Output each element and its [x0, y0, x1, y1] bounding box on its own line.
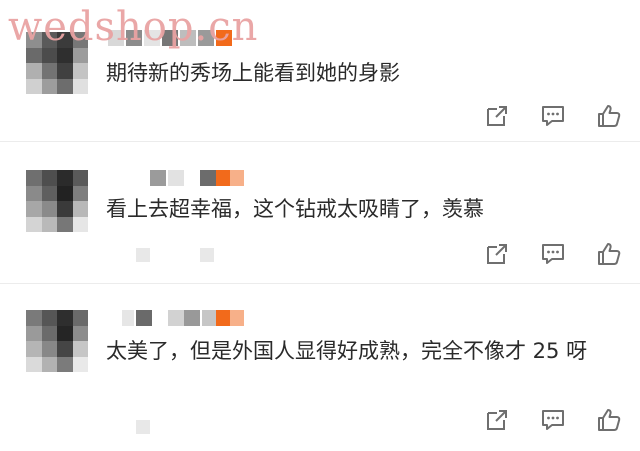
comment-text: 太美了，但是外国人显得好成熟，完全不像才 25 呀	[106, 339, 588, 363]
share-icon[interactable]	[484, 103, 510, 129]
username-redacted[interactable]	[150, 170, 250, 186]
comment-text: 期待新的秀场上能看到她的身影	[106, 61, 400, 85]
timestamp-redacted	[136, 248, 226, 262]
like-icon[interactable]	[596, 103, 622, 129]
comment-actions	[484, 102, 622, 130]
timestamp-redacted	[136, 420, 166, 434]
avatar[interactable]	[26, 170, 88, 232]
username-redacted[interactable]	[122, 310, 252, 326]
avatar[interactable]	[26, 310, 88, 372]
reply-icon[interactable]	[540, 103, 566, 129]
share-icon[interactable]	[484, 241, 510, 267]
like-icon[interactable]	[596, 407, 622, 433]
comment-item: 太美了，但是外国人显得好成熟，完全不像才 25 呀	[0, 284, 640, 451]
share-icon[interactable]	[484, 407, 510, 433]
reply-icon[interactable]	[540, 407, 566, 433]
comment-text: 看上去超幸福，这个钻戒太吸睛了，羡慕	[106, 197, 484, 221]
comment-item: 看上去超幸福，这个钻戒太吸睛了，羡慕	[0, 142, 640, 282]
reply-icon[interactable]	[540, 241, 566, 267]
like-icon[interactable]	[596, 241, 622, 267]
comment-actions	[484, 240, 622, 268]
comment-actions	[484, 406, 622, 434]
watermark: wedshop.cn	[8, 4, 259, 50]
